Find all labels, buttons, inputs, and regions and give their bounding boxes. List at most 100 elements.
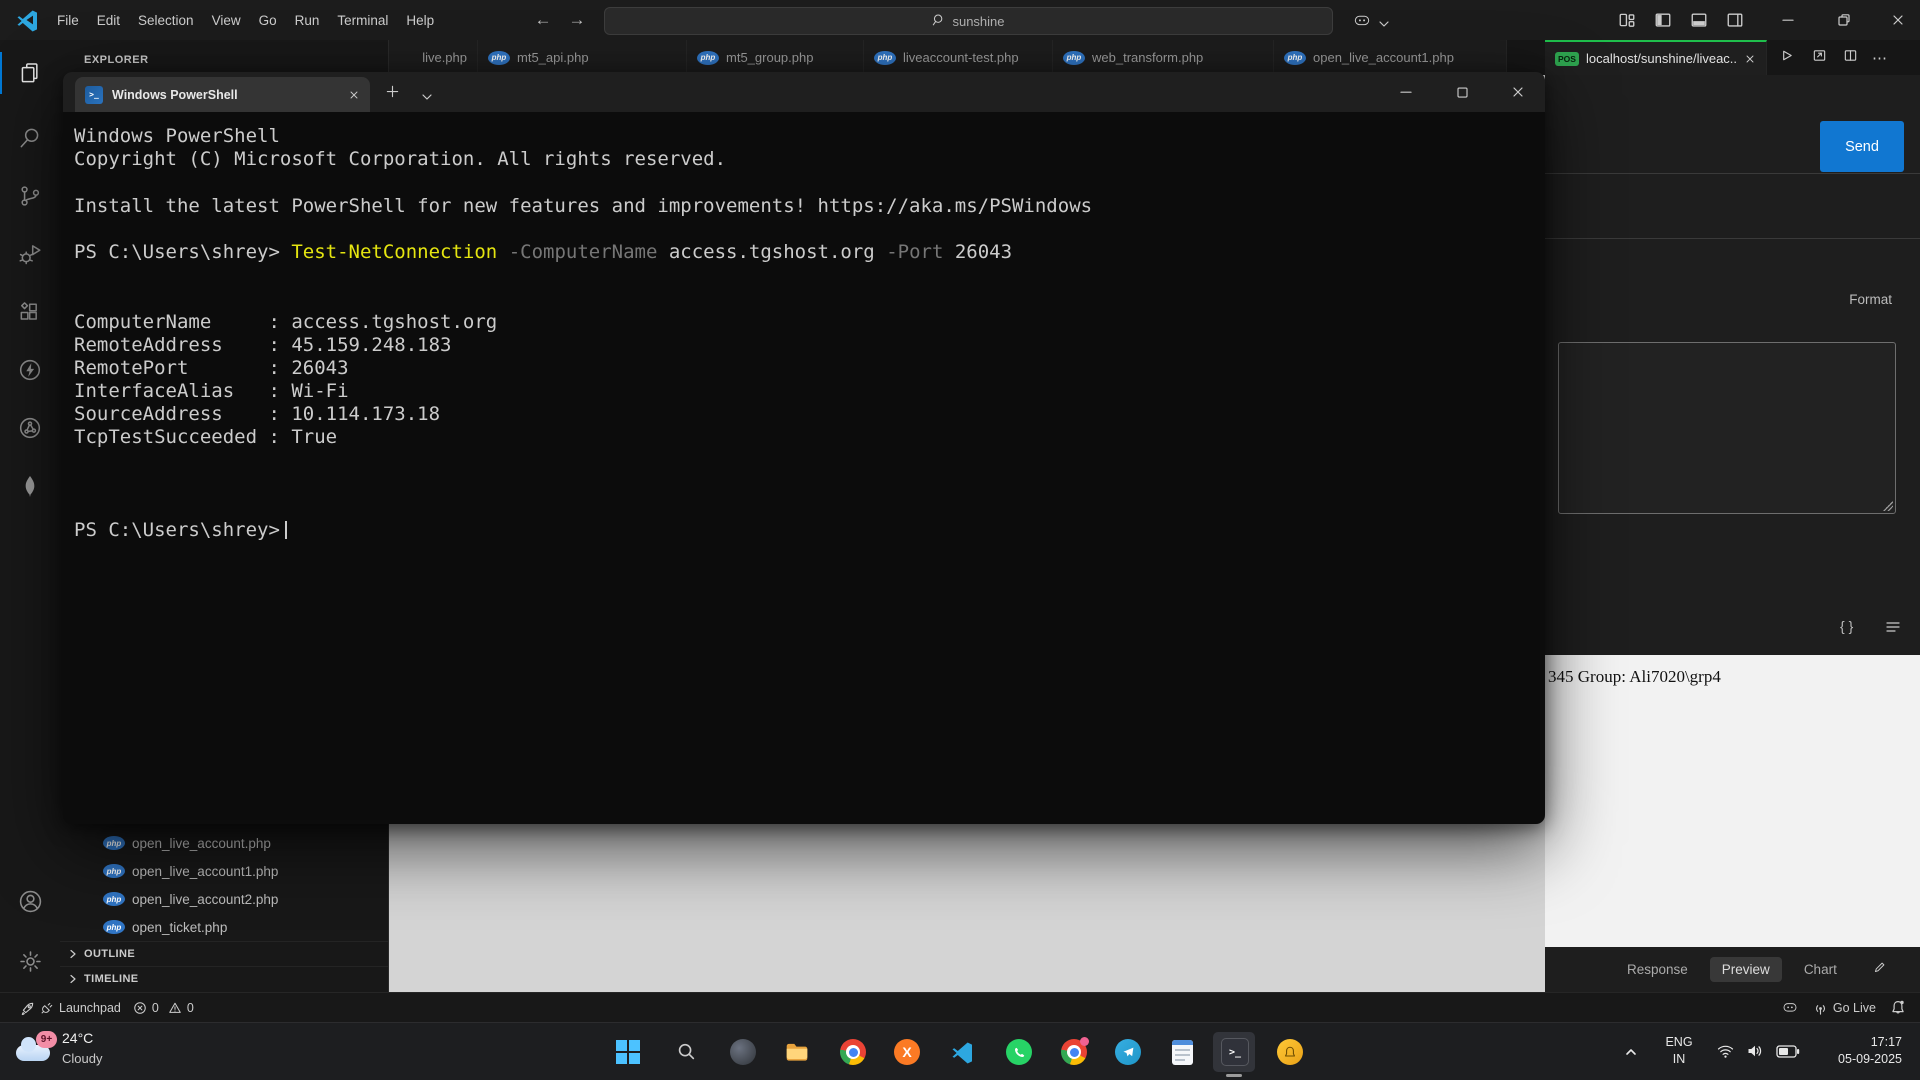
menu-go[interactable]: Go [250,0,286,40]
tab-open-live-account1-php[interactable]: php open_live_account1.php [1274,40,1507,75]
close-tab-icon[interactable] [348,89,360,101]
tab-live-php[interactable]: live.php [389,40,478,75]
menubar: File Edit Selection View Go Run Terminal… [48,0,443,40]
braces-icon[interactable]: { } [1840,618,1853,634]
tab-chart[interactable]: Chart [1792,957,1849,982]
file-item[interactable]: php open_live_account.php [60,829,388,857]
terminal-tab-title: Windows PowerShell [112,88,339,102]
close-icon[interactable] [1744,53,1756,65]
tab-localhost-request[interactable]: POS localhost/sunshine/liveac.. [1545,40,1767,75]
window-restore-button[interactable] [1822,0,1866,40]
thunder-client-icon[interactable] [17,357,43,383]
whatsapp-icon[interactable] [1005,1038,1033,1066]
start-button[interactable] [614,1038,642,1066]
split-editor-icon[interactable] [1843,48,1858,68]
more-actions-icon[interactable]: ⋯ [1872,49,1888,67]
terminal-minimize-button[interactable] [1383,72,1429,112]
forward-button[interactable]: → [562,10,592,30]
window-minimize-button[interactable] [1766,0,1810,40]
customize-layout-icon[interactable] [1618,11,1636,34]
tab-dropdown-icon[interactable] [421,89,433,107]
settings-gear-icon[interactable] [17,948,43,974]
problems-item[interactable]: 0 0 [127,993,200,1023]
back-button[interactable]: ← [528,10,558,30]
menu-help[interactable]: Help [397,0,443,40]
edit-pencil-icon[interactable] [1873,961,1886,979]
menu-file[interactable]: File [48,0,88,40]
file-explorer-icon[interactable] [783,1038,811,1066]
search-sidebar-icon[interactable] [17,125,43,151]
timeline-section[interactable]: TIMELINE [60,966,388,991]
terminal-titlebar[interactable]: >_ Windows PowerShell [63,72,1545,112]
vscode-taskbar-icon[interactable] [948,1038,976,1066]
outline-label: OUTLINE [84,948,135,960]
run-debug-icon[interactable] [17,241,43,267]
toggle-secondary-sidebar-icon[interactable] [1726,11,1744,34]
toggle-panel-icon[interactable] [1690,11,1708,34]
tab-web-transform-php[interactable]: php web_transform.php [1053,40,1274,75]
window-close-button[interactable] [1876,0,1920,40]
copilot-icon[interactable] [1352,10,1372,35]
terminal-line: ComputerName : access.tgshost.org [74,311,1545,334]
terminal-taskbar-icon[interactable]: >_ [1221,1038,1249,1066]
menu-terminal[interactable]: Terminal [328,0,397,40]
terminal-tab[interactable]: >_ Windows PowerShell [75,77,370,112]
language-indicator[interactable]: ENGIN [1662,1034,1696,1068]
battery-icon[interactable] [1776,1045,1800,1063]
mongodb-icon[interactable] [17,473,43,499]
wifi-icon[interactable] [1716,1043,1735,1064]
php-file-icon: php [103,836,125,850]
new-tab-icon[interactable] [385,84,400,104]
menu-lines-icon[interactable] [1885,620,1901,639]
copilot-status-icon[interactable] [1781,998,1799,1019]
terminal-maximize-button[interactable] [1439,72,1485,112]
tab-response[interactable]: Response [1615,957,1700,982]
taskbar-search-icon[interactable] [672,1038,700,1066]
command-center-search[interactable]: sunshine [604,7,1333,35]
tab-mt5-group-php[interactable]: php mt5_group.php [687,40,864,75]
notepad-icon[interactable] [1168,1038,1196,1066]
toggle-primary-sidebar-icon[interactable] [1654,11,1672,34]
launchpad-item[interactable]: Launchpad [14,993,127,1023]
chrome-icon[interactable] [839,1038,867,1066]
chrome-profile-icon[interactable] [1060,1038,1088,1066]
graph-share-icon[interactable] [17,415,43,441]
chevron-down-icon[interactable] [1378,16,1390,34]
run-request-icon[interactable] [1779,48,1794,68]
chevron-right-icon [68,949,78,959]
hidden-icons-chevron[interactable] [1624,1045,1638,1063]
file-item[interactable]: php open_ticket.php [60,913,388,941]
file-item[interactable]: php open_live_account1.php [60,857,388,885]
resize-handle[interactable] [1883,501,1893,511]
terminal-output[interactable]: Windows PowerShell Copyright (C) Microso… [63,112,1545,824]
explorer-icon[interactable] [17,60,43,86]
request-body-textarea[interactable] [1558,342,1896,514]
browser-icon[interactable] [729,1038,757,1066]
outline-section[interactable]: OUTLINE [60,941,388,966]
source-control-icon[interactable] [17,183,43,209]
extensions-icon[interactable] [17,299,43,325]
tab-preview[interactable]: Preview [1710,957,1782,982]
menu-selection[interactable]: Selection [129,0,203,40]
format-label[interactable]: Format [1849,292,1892,307]
file-item[interactable]: php open_live_account2.php [60,885,388,913]
xampp-icon[interactable]: X [893,1038,921,1066]
tab-liveaccount-test-php[interactable]: php liveaccount-test.php [864,40,1053,75]
app-yellow-icon[interactable] [1276,1038,1304,1066]
menu-run[interactable]: Run [286,0,329,40]
volume-icon[interactable] [1746,1043,1764,1064]
go-live-item[interactable]: Go Live [1813,993,1876,1023]
menu-view[interactable]: View [203,0,250,40]
app-blue-icon[interactable] [1114,1038,1142,1066]
menu-edit[interactable]: Edit [88,0,129,40]
open-in-editor-icon[interactable] [1812,48,1827,68]
terminal-prompt-line: PS C:\Users\shrey> [74,519,1545,542]
clock[interactable]: 17:1705-09-2025 [1816,1034,1902,1068]
notifications-bell-icon[interactable] [1890,999,1906,1018]
terminal-close-button[interactable] [1495,72,1541,112]
account-icon[interactable] [17,888,43,914]
tab-mt5-api-php[interactable]: php mt5_api.php [478,40,687,75]
send-button[interactable]: Send [1820,121,1904,172]
system-tray: ENGIN 17:1705-09-2025 [1620,1023,1920,1080]
terminal-line: InterfaceAlias : Wi-Fi [74,380,1545,403]
